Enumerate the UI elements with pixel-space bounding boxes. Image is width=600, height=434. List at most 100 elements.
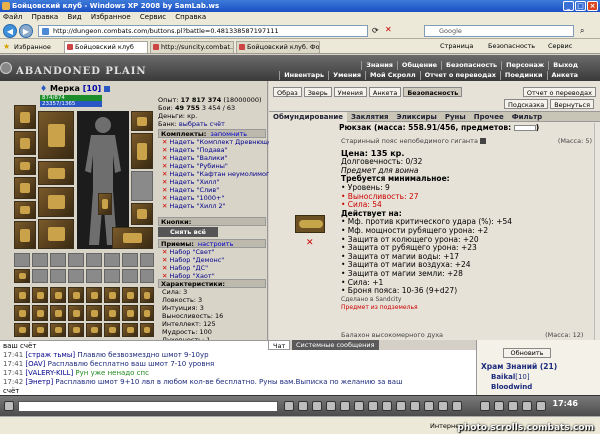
- effect-icon[interactable]: [32, 287, 48, 303]
- kit-item[interactable]: ✕ Надеть "Хилл 2": [158, 202, 266, 210]
- effect-icon[interactable]: [104, 305, 120, 321]
- tab-1[interactable]: Бойцовский клуб: [64, 41, 148, 53]
- mail-icon[interactable]: [382, 401, 392, 411]
- forward-arrow-icon[interactable]: ▶: [19, 24, 33, 38]
- effect-icon[interactable]: [50, 323, 66, 337]
- effect-icon[interactable]: [140, 305, 154, 321]
- nav-security[interactable]: Безопасность: [441, 61, 501, 70]
- effect-icon[interactable]: [14, 323, 30, 337]
- armor-slot[interactable]: [14, 201, 36, 219]
- effect-icon[interactable]: [140, 323, 154, 337]
- menu-edit[interactable]: Правка: [32, 13, 59, 21]
- effect-icon[interactable]: [50, 305, 66, 321]
- empty-slot[interactable]: [104, 269, 120, 283]
- tab-chat[interactable]: Чат: [268, 340, 291, 350]
- nav-my-scroll[interactable]: Мой Скролл: [365, 71, 420, 80]
- friends-icon[interactable]: [368, 401, 378, 411]
- kit-item[interactable]: ✕ Надеть "Слив": [158, 186, 266, 194]
- menu-help[interactable]: Справка: [175, 13, 206, 21]
- online-user[interactable]: Bloodwind: [491, 383, 532, 391]
- nav-communication[interactable]: Общение: [396, 61, 441, 70]
- effect-icon[interactable]: [14, 287, 30, 303]
- effect-icon[interactable]: [50, 287, 66, 303]
- exit-icon[interactable]: [452, 401, 462, 411]
- gloves-slot[interactable]: [38, 187, 74, 217]
- effect-icon[interactable]: [32, 323, 48, 337]
- empty-slot[interactable]: [68, 269, 84, 283]
- scroll-slot[interactable]: [14, 253, 30, 267]
- info-icon[interactable]: [480, 138, 487, 144]
- kit-item[interactable]: ✕ Надеть "Комплект Древнющего Вулкана": [158, 138, 313, 146]
- kit-item[interactable]: ✕ Надеть "Валики": [158, 154, 266, 162]
- image-button[interactable]: Образ: [273, 87, 302, 97]
- scroll-slot[interactable]: [122, 253, 138, 267]
- menu-file[interactable]: Файл: [3, 13, 22, 21]
- weapon-slot[interactable]: [14, 177, 36, 199]
- nav-profile[interactable]: Анкета: [546, 71, 583, 80]
- profile-button[interactable]: Анкета: [368, 87, 402, 97]
- remove-all-button[interactable]: Снять всё: [158, 227, 218, 237]
- security-button[interactable]: Безопасность: [403, 87, 463, 97]
- pet-slot[interactable]: [14, 269, 30, 283]
- rune-slot[interactable]: [98, 193, 112, 215]
- nav-exit[interactable]: Выход: [548, 61, 582, 70]
- trick-set[interactable]: ✕ Набор "ДС": [158, 264, 266, 272]
- transfer-report-button[interactable]: Отчет о переводах: [522, 87, 596, 97]
- cloak-slot[interactable]: [131, 133, 153, 169]
- filter-icon[interactable]: [326, 401, 336, 411]
- refresh-button[interactable]: Обновить: [503, 348, 551, 358]
- panel-icon[interactable]: [480, 401, 490, 411]
- kit-item[interactable]: ✕ Надеть "Кафтан неумолимого клятвостту": [158, 170, 317, 178]
- weapon-left-slot[interactable]: [38, 111, 74, 159]
- menu-tools[interactable]: Сервис: [140, 13, 166, 21]
- tab-other[interactable]: Прочее: [470, 112, 508, 122]
- scroll-slot[interactable]: [104, 253, 120, 267]
- panel-icon[interactable]: [494, 401, 504, 411]
- effect-icon[interactable]: [86, 305, 102, 321]
- effect-icon[interactable]: [32, 305, 48, 321]
- effect-icon[interactable]: [86, 287, 102, 303]
- refresh-icon[interactable]: ⟳: [372, 26, 379, 35]
- scrollbar[interactable]: [594, 123, 600, 340]
- security-menu[interactable]: Безопасность: [488, 42, 535, 50]
- effect-icon[interactable]: [68, 287, 84, 303]
- info-icon[interactable]: [103, 85, 110, 92]
- hint-button[interactable]: Подсказка: [503, 99, 549, 109]
- stop-icon[interactable]: ✕: [385, 25, 392, 34]
- bracer-slot[interactable]: [38, 161, 74, 185]
- help-icon[interactable]: [438, 401, 448, 411]
- kit-item[interactable]: ✕ Надеть "1000+": [158, 194, 266, 202]
- remember-kit-link[interactable]: запомнить: [210, 130, 247, 138]
- panel-icon[interactable]: [508, 401, 518, 411]
- translit-icon[interactable]: [354, 401, 364, 411]
- nav-fights[interactable]: Поединки: [499, 71, 547, 80]
- nav-character[interactable]: Персонаж: [501, 61, 548, 70]
- effect-icon[interactable]: [86, 323, 102, 337]
- quest-icon[interactable]: [396, 401, 406, 411]
- menu-favorites[interactable]: Избранное: [91, 13, 131, 21]
- menu-view[interactable]: Вид: [67, 13, 81, 21]
- trick-set[interactable]: ✕ Набор "Свет": [158, 248, 266, 256]
- kit-item[interactable]: ✕ Надеть "Хилл": [158, 178, 266, 186]
- panel-icon[interactable]: [522, 401, 532, 411]
- sound-icon[interactable]: [340, 401, 350, 411]
- belt-item-image[interactable]: [295, 215, 325, 233]
- tab-system-messages[interactable]: Системные сообщения: [292, 340, 379, 350]
- empty-slot[interactable]: [122, 269, 138, 283]
- earring-slot[interactable]: [14, 131, 36, 155]
- tab-filter[interactable]: Фильтр: [508, 112, 546, 122]
- search-icon[interactable]: ⌕: [580, 26, 584, 36]
- effect-icon[interactable]: [122, 305, 138, 321]
- tab-elixirs[interactable]: Эликсиры: [393, 112, 441, 122]
- choose-account-link[interactable]: выбрать счёт: [179, 120, 225, 128]
- nav-skills[interactable]: Умения: [328, 71, 365, 80]
- scroll-slot[interactable]: [140, 253, 154, 267]
- close-button[interactable]: ×: [587, 1, 598, 11]
- empty-slot[interactable]: [131, 171, 153, 201]
- online-user[interactable]: Baikal[10]: [491, 373, 530, 381]
- url-field[interactable]: http://dungeon.combats.com/buttons.pl?ba…: [38, 25, 368, 37]
- configure-tricks-link[interactable]: настроить: [198, 240, 234, 248]
- empty-slot[interactable]: [50, 269, 66, 283]
- trick-set[interactable]: ✕ Набор "Демонс": [158, 256, 266, 264]
- tab-3[interactable]: Бойцовский клуб. Фо...: [236, 41, 320, 53]
